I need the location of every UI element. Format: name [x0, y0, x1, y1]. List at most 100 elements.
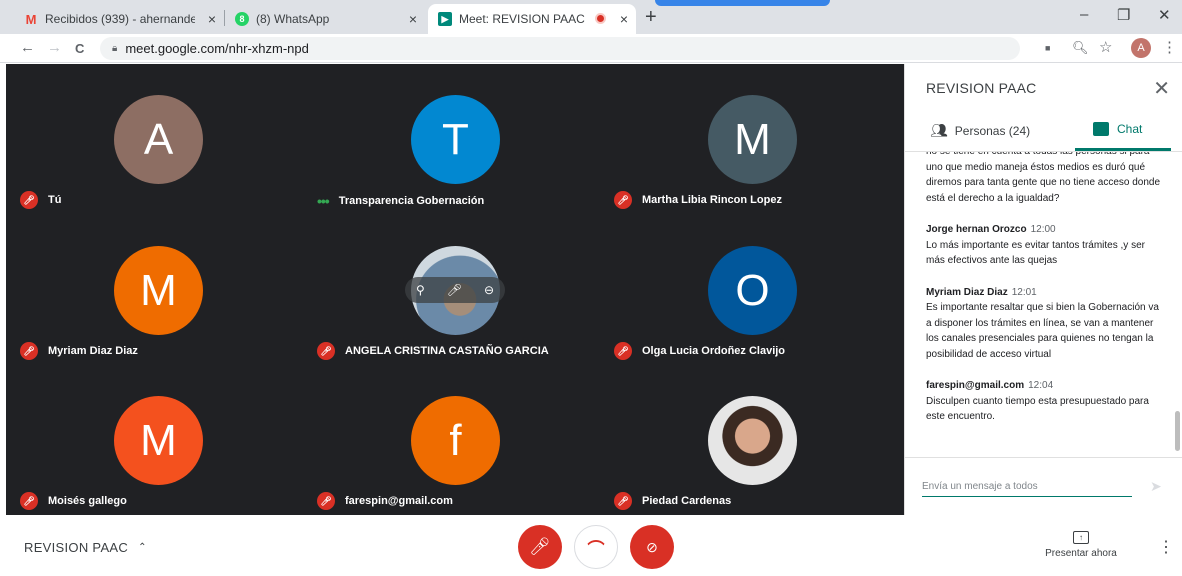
- meet-icon: ▶: [438, 12, 452, 26]
- bookmark-star-icon[interactable]: ☆: [1099, 38, 1112, 56]
- tab-people[interactable]: 👥︎ Personas (24): [930, 122, 1030, 139]
- chat-message: no se tiene en cuenta a todas las person…: [926, 152, 1166, 206]
- close-icon[interactable]: ×: [208, 11, 216, 27]
- message-text: Es importante resaltar que si bien la Go…: [926, 302, 1159, 360]
- chat-message: Myriam Diaz Diaz 12:01 Es importante resa…: [926, 285, 1166, 363]
- message-time: 12:01: [1011, 286, 1037, 298]
- browser-tab-bar: M Recibidos (939) - ahernandez@g × 8 (8)…: [0, 0, 1182, 34]
- avatar: T: [411, 95, 500, 184]
- close-panel-icon[interactable]: ✕: [1153, 76, 1170, 101]
- close-icon[interactable]: ×: [620, 11, 628, 27]
- avatar: A: [114, 95, 203, 184]
- message-time: 12:04: [1028, 380, 1054, 391]
- window-close-icon[interactable]: ✕: [1158, 6, 1171, 24]
- chat-message-input[interactable]: Envía un mensaje a todos: [922, 481, 1132, 497]
- new-tab-button[interactable]: +: [645, 6, 657, 29]
- chevron-up-icon: ⌃: [138, 542, 147, 553]
- address-bar: ← → C 🔒︎ meet.google.com/nhr-xhzm-npd ■ …: [0, 34, 1182, 63]
- present-now-button[interactable]: ↑ Presentar ahora: [1040, 531, 1122, 559]
- message-text: no se tiene en cuenta a todas las person…: [926, 152, 1161, 204]
- participant-grid: A 🎤︎ Tú T ••• Transparencia Gobernación M …: [6, 64, 904, 515]
- mic-off-icon: 🎤︎: [614, 492, 632, 510]
- avatar: M: [114, 246, 203, 335]
- tab-gmail[interactable]: M Recibidos (939) - ahernandez@g ×: [14, 4, 224, 34]
- participant-name: Martha Libia Rincon Lopez: [642, 194, 782, 206]
- participant-tile[interactable]: 🎤︎ Piedad Cardenas: [604, 365, 900, 515]
- url-field[interactable]: 🔒︎ meet.google.com/nhr-xhzm-npd: [100, 37, 1020, 60]
- participant-tile[interactable]: M 🎤︎ Martha Libia Rincon Lopez: [604, 64, 900, 214]
- leave-call-button[interactable]: ⌒: [574, 525, 618, 569]
- speaking-indicator-icon: •••: [317, 193, 330, 209]
- participant-name: ANGELA CRISTINA CASTAÑO GARCIA: [345, 345, 549, 357]
- restore-icon[interactable]: ❐: [1117, 6, 1130, 24]
- back-icon[interactable]: ←: [20, 39, 35, 56]
- meeting-details-button[interactable]: REVISION PAAC ⌃: [24, 540, 147, 555]
- send-icon[interactable]: ➤: [1150, 478, 1162, 495]
- participant-tile[interactable]: ⚲ 🎤︎ ⊖ 🎤︎ ANGELA CRISTINA CASTAÑO GARCIA: [307, 215, 603, 365]
- participant-name: Piedad Cardenas: [642, 495, 732, 507]
- tab-title: Recibidos (939) - ahernandez@g: [45, 12, 195, 26]
- reload-icon[interactable]: C: [75, 41, 84, 56]
- meeting-title: REVISION PAAC: [24, 540, 129, 555]
- zoom-icon[interactable]: 🔍︎: [1072, 40, 1089, 56]
- lock-icon: 🔒︎: [112, 43, 118, 54]
- participant-name: Transparencia Gobernación: [338, 195, 485, 207]
- participant-tile[interactable]: M 🎤︎ Moisés gallego: [10, 365, 306, 515]
- tab-chat-label: Chat: [1117, 122, 1143, 136]
- participant-name: Tú: [48, 194, 62, 206]
- tab-whatsapp[interactable]: 8 (8) WhatsApp ×: [225, 4, 425, 34]
- participant-tile[interactable]: O 🎤︎ Olga Lucia Ordoñez Clavijo: [604, 215, 900, 365]
- people-icon: 👥︎: [930, 122, 948, 138]
- meeting-controls-bar: REVISION PAAC ⌃ 🎤︎ ⌒ ⊘ ↑ Presentar ahora…: [0, 515, 1182, 576]
- mic-off-icon: 🎤︎: [317, 492, 335, 510]
- hang-up-icon: ⌒: [587, 539, 605, 559]
- tab-title: (8) WhatsApp: [256, 12, 330, 26]
- tab-chat[interactable]: Chat: [1093, 122, 1142, 136]
- microphone-toggle-button[interactable]: 🎤︎: [518, 525, 562, 569]
- chat-scrollbar[interactable]: [1175, 411, 1180, 451]
- chat-message: Jorge hernan Orozco 12:00 Lo más importan…: [926, 222, 1166, 269]
- pin-icon[interactable]: ⚲: [416, 283, 425, 297]
- participant-name: Myriam Diaz Diaz: [48, 345, 138, 357]
- tab-title: Meet: REVISION PAAC: [459, 12, 585, 26]
- message-sender: farespin@gmail.com: [926, 380, 1025, 391]
- participant-name: Olga Lucia Ordoñez Clavijo: [642, 345, 786, 357]
- sharing-indicator: [655, 0, 830, 6]
- mic-off-icon: 🎤︎: [317, 342, 335, 360]
- participant-photo: [708, 396, 797, 485]
- profile-avatar[interactable]: A: [1131, 38, 1151, 58]
- present-screen-icon: ↑: [1073, 531, 1089, 544]
- mic-off-icon: 🎤︎: [529, 537, 551, 556]
- chat-icon: [1093, 122, 1109, 136]
- camera-icon[interactable]: ■: [1045, 43, 1050, 53]
- forward-icon[interactable]: →: [47, 39, 62, 56]
- message-sender: Jorge hernan Orozco: [926, 224, 1027, 235]
- participant-name: farespin@gmail.com: [345, 495, 453, 507]
- tab-meet[interactable]: ▶ Meet: REVISION PAAC ×: [428, 4, 636, 34]
- mute-participant-icon[interactable]: 🎤︎: [447, 283, 462, 297]
- whatsapp-icon: 8: [235, 12, 249, 26]
- more-options-icon[interactable]: ⋮: [1158, 537, 1174, 557]
- participant-tile[interactable]: f 🎤︎ farespin@gmail.com: [307, 365, 603, 515]
- panel-title: REVISION PAAC: [926, 80, 1037, 96]
- mic-off-icon: 🎤︎: [20, 492, 38, 510]
- remove-participant-icon[interactable]: ⊖: [484, 283, 494, 297]
- participant-tile[interactable]: T ••• Transparencia Gobernación: [307, 64, 603, 214]
- close-icon[interactable]: ×: [409, 11, 417, 27]
- message-time: 12:00: [1030, 224, 1056, 235]
- camera-toggle-button[interactable]: ⊘: [630, 525, 674, 569]
- avatar: f: [411, 396, 500, 485]
- camera-off-icon: ⊘: [646, 538, 658, 555]
- browser-menu-icon[interactable]: ⋮: [1162, 38, 1177, 56]
- minimize-icon[interactable]: –: [1080, 6, 1088, 23]
- tab-people-label: Personas (24): [954, 123, 1031, 138]
- mic-off-icon: 🎤︎: [20, 342, 38, 360]
- participant-name: Moisés gallego: [48, 495, 127, 507]
- side-panel: REVISION PAAC ✕ 👥︎ Personas (24) Chat no…: [904, 64, 1182, 515]
- url-text: meet.google.com/nhr-xhzm-npd: [125, 41, 309, 56]
- message-text: Disculpen cuanto tiempo esta presupuesta…: [926, 395, 1149, 423]
- participant-tile[interactable]: M 🎤︎ Myriam Diaz Diaz: [10, 215, 306, 365]
- tile-hover-controls: ⚲ 🎤︎ ⊖: [405, 277, 505, 303]
- mic-off-icon: 🎤︎: [20, 191, 38, 209]
- participant-tile[interactable]: A 🎤︎ Tú: [10, 64, 306, 214]
